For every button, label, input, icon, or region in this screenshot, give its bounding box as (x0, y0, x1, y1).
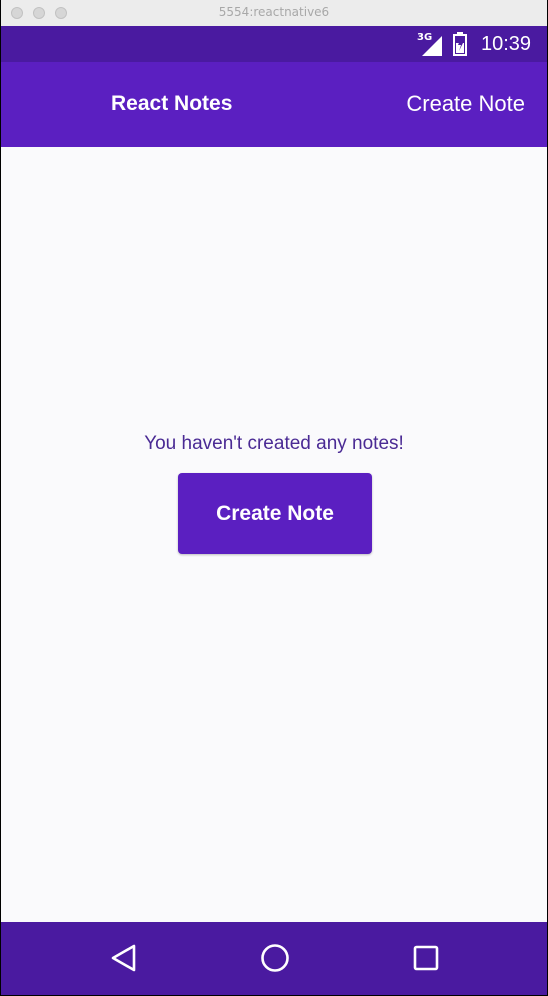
battery-icon (453, 32, 467, 56)
window-titlebar: 5554:reactnative6 (1, 0, 547, 27)
home-icon[interactable] (257, 940, 293, 976)
signal-icon (422, 36, 442, 56)
create-note-button-label: Create Note (216, 501, 334, 525)
navigation-bar (1, 922, 547, 995)
emulator-window: 5554:reactnative6 3G 10:39 React Notes C… (0, 0, 548, 996)
status-clock: 10:39 (481, 33, 532, 55)
window-title: 5554:reactnative6 (218, 5, 330, 19)
app-title: React Notes (111, 92, 233, 115)
empty-notes-message: You haven't created any notes! (144, 433, 404, 454)
create-note-button[interactable]: Create Note (178, 473, 372, 554)
appbar-create-note-button[interactable]: Create Note (406, 91, 525, 117)
status-bar: 3G 10:39 (1, 26, 547, 62)
app-bar: React Notes Create Note (1, 62, 547, 147)
recents-icon[interactable] (408, 940, 444, 976)
notes-list-empty-state: You haven't created any notes! Create No… (1, 147, 547, 922)
back-icon[interactable] (106, 940, 142, 976)
